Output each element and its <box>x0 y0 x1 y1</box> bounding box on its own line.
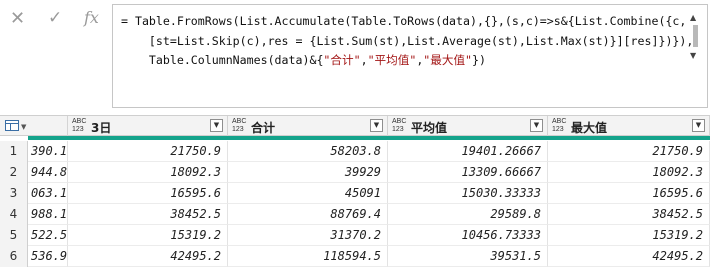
dropdown-icon[interactable]: ▼ <box>370 119 383 132</box>
cell-3day[interactable]: 38452.5 <box>68 204 228 225</box>
cell-total[interactable]: 118594.5 <box>228 246 388 267</box>
column-quality-bar <box>28 136 710 140</box>
row-number[interactable]: 2 <box>0 162 28 183</box>
cell-total[interactable]: 45091 <box>228 183 388 204</box>
table-icon[interactable] <box>5 120 19 131</box>
column-header-3day[interactable]: ABC 123 3日 ▼ <box>68 116 228 136</box>
type-icon[interactable]: ABC 123 <box>232 118 246 134</box>
column-name: 3日 <box>91 121 112 135</box>
cell-average[interactable]: 19401.26667 <box>388 141 548 162</box>
row-number[interactable]: 1 <box>0 141 28 162</box>
column-name: 平均值 <box>411 121 448 135</box>
row-number[interactable]: 4 <box>0 204 28 225</box>
cell-3day[interactable]: 21750.9 <box>68 141 228 162</box>
cell-max[interactable]: 16595.6 <box>548 183 710 204</box>
scroll-up-icon[interactable]: ▲ <box>690 13 696 22</box>
formula-line-1: = Table.FromRows(List.Accumulate(Table.T… <box>121 14 687 28</box>
table-row[interactable]: 5 522.5 15319.2 31370.2 10456.73333 1531… <box>0 225 710 246</box>
type-icon[interactable]: ABC 123 <box>72 118 86 134</box>
cell-max[interactable]: 18092.3 <box>548 162 710 183</box>
dropdown-icon[interactable]: ▼ <box>530 119 543 132</box>
formula-input[interactable]: = Table.FromRows(List.Accumulate(Table.T… <box>112 4 708 108</box>
table-row[interactable]: 4 988.1 38452.5 88769.4 29589.8 38452.5 <box>0 204 710 225</box>
cell-partial[interactable]: 536.9 <box>28 246 68 267</box>
cell-3day[interactable]: 42495.2 <box>68 246 228 267</box>
cell-3day[interactable]: 16595.6 <box>68 183 228 204</box>
row-number[interactable]: 3 <box>0 183 28 204</box>
check-icon[interactable]: ✓ <box>48 8 62 28</box>
table-row[interactable]: 2 944.8 18092.3 39929 13309.66667 18092.… <box>0 162 710 183</box>
triangle-down-icon[interactable]: ▼ <box>21 123 26 131</box>
cell-partial[interactable]: 988.1 <box>28 204 68 225</box>
column-header-average[interactable]: ABC 123 平均值 ▼ <box>388 116 548 136</box>
column-name: 合计 <box>251 121 276 135</box>
cell-average[interactable]: 13309.66667 <box>388 162 548 183</box>
cell-average[interactable]: 29589.8 <box>388 204 548 225</box>
scroll-down-icon[interactable]: ▼ <box>690 51 696 60</box>
formula-text[interactable]: = Table.FromRows(List.Accumulate(Table.T… <box>121 12 693 71</box>
cell-max[interactable]: 42495.2 <box>548 246 710 267</box>
cell-partial[interactable]: 063.1 <box>28 183 68 204</box>
cell-partial[interactable]: 944.8 <box>28 162 68 183</box>
cell-partial[interactable]: 522.5 <box>28 225 68 246</box>
cell-average[interactable]: 15030.33333 <box>388 183 548 204</box>
scroll-thumb[interactable] <box>693 25 698 47</box>
table-menu-cell[interactable]: ▼ <box>0 116 68 136</box>
formula-bar-area: ✕ ✓ fx = Table.FromRows(List.Accumulate(… <box>0 0 710 115</box>
cell-average[interactable]: 39531.5 <box>388 246 548 267</box>
cell-partial[interactable]: 390.1 <box>28 141 68 162</box>
cell-total[interactable]: 31370.2 <box>228 225 388 246</box>
formula-line-2: [st=List.Skip(c),res = {List.Sum(st),Lis… <box>121 33 694 48</box>
formula-toolbar: ✕ ✓ fx <box>0 0 112 38</box>
cell-average[interactable]: 10456.73333 <box>388 225 548 246</box>
column-header-max[interactable]: ABC 123 最大值 ▼ <box>548 116 710 136</box>
cell-max[interactable]: 38452.5 <box>548 204 710 225</box>
close-icon[interactable]: ✕ <box>10 8 25 29</box>
cell-total[interactable]: 88769.4 <box>228 204 388 225</box>
fx-icon[interactable]: fx <box>84 8 99 27</box>
column-header-total[interactable]: ABC 123 合计 ▼ <box>228 116 388 136</box>
column-name: 最大值 <box>571 121 608 135</box>
cell-total[interactable]: 39929 <box>228 162 388 183</box>
table-row[interactable]: 6 536.9 42495.2 118594.5 39531.5 42495.2 <box>0 246 710 267</box>
type-icon[interactable]: ABC 123 <box>552 118 566 134</box>
grid-header: ▼ ABC 123 3日 ▼ ABC 123 合计 ▼ ABC 123 平均值 ▼ A… <box>0 115 710 136</box>
cell-3day[interactable]: 15319.2 <box>68 225 228 246</box>
table-row[interactable]: 3 063.1 16595.6 45091 15030.33333 16595.… <box>0 183 710 204</box>
data-grid: ▼ ABC 123 3日 ▼ ABC 123 合计 ▼ ABC 123 平均值 ▼ A… <box>0 115 710 269</box>
cell-max[interactable]: 15319.2 <box>548 225 710 246</box>
dropdown-icon[interactable]: ▼ <box>692 119 705 132</box>
cell-total[interactable]: 58203.8 <box>228 141 388 162</box>
cell-3day[interactable]: 18092.3 <box>68 162 228 183</box>
dropdown-icon[interactable]: ▼ <box>210 119 223 132</box>
row-number[interactable]: 6 <box>0 246 28 267</box>
formula-scrollbar[interactable]: ▲ ▼ <box>689 13 703 65</box>
formula-line-3: Table.ColumnNames(data)&{"合计","平均值","最大值… <box>121 53 487 67</box>
table-row[interactable]: 1 390.1 21750.9 58203.8 19401.26667 2175… <box>0 141 710 162</box>
cell-max[interactable]: 21750.9 <box>548 141 710 162</box>
row-number[interactable]: 5 <box>0 225 28 246</box>
type-icon[interactable]: ABC 123 <box>392 118 406 134</box>
